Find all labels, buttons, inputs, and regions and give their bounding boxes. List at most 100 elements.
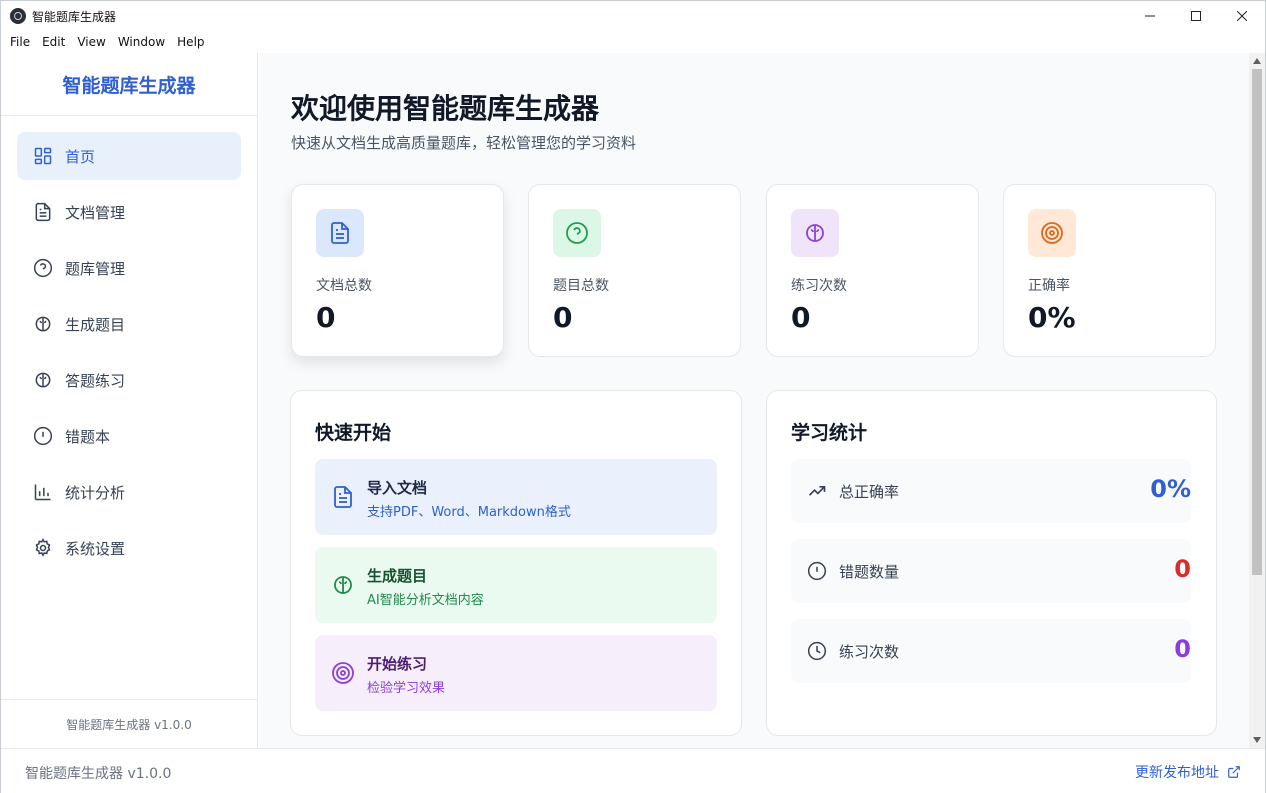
sidebar: 智能题库生成器 首页 文档管理 题库管理 生成题目 答题练习 错题本 统计分析 … [1, 53, 258, 748]
action-desc: 支持PDF、Word、Markdown格式 [367, 505, 571, 520]
alert-circle-icon [807, 561, 827, 581]
row-label: 总正确率 [839, 483, 900, 501]
sidebar-item-question-bank[interactable]: 题库管理 [17, 244, 241, 292]
sidebar-item-wrong-answers[interactable]: 错题本 [17, 412, 241, 460]
sidebar-item-statistics[interactable]: 统计分析 [17, 468, 241, 516]
sidebar-item-label: 系统设置 [65, 539, 126, 558]
maximize-button[interactable] [1173, 1, 1219, 31]
stat-row-accuracy: 总正确率 0% [791, 459, 1191, 523]
window-controls [1127, 1, 1265, 31]
document-icon [334, 486, 352, 508]
stat-card-documents[interactable]: 文档总数 0 [291, 184, 504, 357]
sidebar-item-settings[interactable]: 系统设置 [17, 524, 241, 572]
question-circle-icon [33, 258, 53, 278]
external-link-icon [1228, 766, 1240, 778]
gear-icon [35, 538, 51, 557]
sidebar-item-label: 答题练习 [65, 371, 126, 390]
stat-value: 0 [316, 301, 336, 334]
sidebar-item-label: 题库管理 [65, 259, 126, 278]
sidebar-item-documents[interactable]: 文档管理 [17, 188, 241, 236]
sidebar-version: 智能题库生成器 v1.0.0 [1, 699, 257, 748]
stat-icon-bg [791, 209, 839, 257]
menu-window[interactable]: Window [113, 35, 170, 49]
stat-icon-bg [316, 209, 364, 257]
chevron-down-icon [1253, 737, 1261, 743]
import-document-button[interactable]: 导入文档 支持PDF、Word、Markdown格式 [315, 459, 717, 535]
stat-card-accuracy[interactable]: 正确率 0% [1003, 184, 1216, 357]
status-bar: 智能题库生成器 v1.0.0 更新发布地址 [1, 748, 1265, 793]
start-practice-button[interactable]: 开始练习 检验学习效果 [315, 635, 717, 711]
panel-title: 快速开始 [315, 422, 392, 444]
sidebar-item-home[interactable]: 首页 [17, 132, 241, 180]
sidebar-item-label: 首页 [65, 147, 96, 166]
document-icon [35, 202, 51, 222]
stat-icon-bg [1028, 209, 1076, 257]
dashboard-icon [34, 147, 52, 165]
minimize-icon [1145, 15, 1155, 17]
action-title: 生成题目 [367, 567, 428, 585]
maximize-icon [1191, 11, 1201, 21]
trending-up-icon [808, 486, 826, 496]
app-window: 智能题库生成器 File Edit View Window Help 智能题库生… [0, 0, 1266, 793]
sidebar-item-label: 生成题目 [65, 315, 126, 334]
scroll-down-arrow[interactable] [1249, 732, 1265, 748]
sidebar-item-practice[interactable]: 答题练习 [17, 356, 241, 404]
stat-label: 练习次数 [791, 278, 847, 294]
row-value: 0 [1174, 635, 1191, 663]
action-desc: AI智能分析文档内容 [367, 593, 484, 608]
menu-edit[interactable]: Edit [37, 35, 70, 49]
release-link-label: 更新发布地址 [1135, 765, 1219, 781]
stat-label: 正确率 [1028, 278, 1070, 294]
app-logo-icon [10, 8, 26, 24]
sidebar-item-label: 错题本 [65, 427, 111, 446]
stat-label: 文档总数 [316, 278, 372, 294]
document-icon [331, 222, 349, 244]
brain-icon [806, 224, 824, 242]
menu-bar: File Edit View Window Help [1, 31, 212, 53]
row-value: 0 [1174, 555, 1191, 583]
sidebar-nav: 首页 文档管理 题库管理 生成题目 答题练习 错题本 统计分析 系统设置 [1, 116, 257, 572]
stat-row-wrong-count: 错题数量 0 [791, 539, 1191, 603]
row-label: 错题数量 [839, 563, 900, 581]
stat-card-questions[interactable]: 题目总数 0 [528, 184, 741, 357]
close-button[interactable] [1219, 1, 1265, 31]
vertical-scrollbar[interactable] [1249, 53, 1265, 748]
close-icon [1237, 11, 1247, 21]
row-label: 练习次数 [839, 643, 900, 661]
target-icon [1041, 222, 1063, 244]
stat-icon-bg [553, 209, 601, 257]
learning-stats-panel: 学习统计 总正确率 0% 错题数量 0 练习次数 0 [766, 390, 1217, 736]
stat-value: 0 [553, 301, 573, 334]
release-link[interactable]: 更新发布地址 [1135, 762, 1241, 782]
stat-card-practice-count[interactable]: 练习次数 0 [766, 184, 979, 357]
stat-value: 0 [791, 301, 811, 334]
main-content: 欢迎使用智能题库生成器 快速从文档生成高质量题库，轻松管理您的学习资料 文档总数… [259, 53, 1249, 748]
window-title: 智能题库生成器 [32, 9, 117, 24]
row-value: 0% [1150, 475, 1191, 503]
sidebar-brand: 智能题库生成器 [1, 53, 257, 116]
action-desc: 检验学习效果 [367, 681, 446, 696]
minimize-button[interactable] [1127, 1, 1173, 31]
alert-circle-icon [33, 426, 53, 446]
quick-start-panel: 快速开始 导入文档 支持PDF、Word、Markdown格式 生成题目 AI智… [290, 390, 742, 736]
status-version: 智能题库生成器 v1.0.0 [25, 766, 172, 782]
stat-value: 0% [1028, 301, 1076, 334]
scroll-thumb[interactable] [1252, 69, 1262, 575]
menu-help[interactable]: Help [172, 35, 209, 49]
brain-icon [334, 576, 352, 594]
title-bar: 智能题库生成器 [1, 1, 1265, 31]
scroll-up-arrow[interactable] [1249, 53, 1265, 69]
panel-title: 学习统计 [791, 422, 868, 444]
stat-row-practice-count: 练习次数 0 [791, 619, 1191, 683]
menu-file[interactable]: File [5, 35, 35, 49]
question-circle-icon [566, 222, 588, 244]
menu-view[interactable]: View [72, 35, 110, 49]
page-subtitle: 快速从文档生成高质量题库，轻松管理您的学习资料 [291, 134, 637, 152]
clock-icon [807, 641, 827, 661]
brain-icon [35, 372, 51, 388]
stat-label: 题目总数 [553, 278, 609, 294]
chevron-up-icon [1253, 58, 1261, 64]
generate-questions-button[interactable]: 生成题目 AI智能分析文档内容 [315, 547, 717, 623]
sidebar-item-generate[interactable]: 生成题目 [17, 300, 241, 348]
sidebar-item-label: 统计分析 [65, 483, 126, 502]
